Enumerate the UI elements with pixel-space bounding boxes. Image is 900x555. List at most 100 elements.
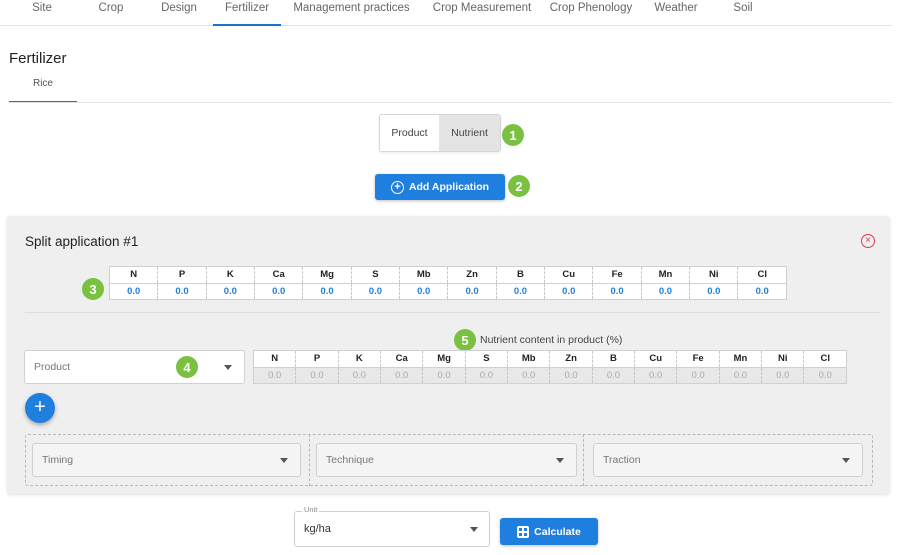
tab-label: Crop Measurement bbox=[432, 2, 532, 14]
product-nutrient-value: 0.0 bbox=[253, 367, 297, 384]
product-select[interactable]: Product bbox=[24, 350, 245, 384]
top-nav: Site Crop Design Fertilizer Management p… bbox=[0, 0, 892, 26]
product-nutrient-value: 0.0 bbox=[422, 367, 466, 384]
nutrient-value: 0.0 bbox=[157, 283, 207, 300]
tab-label: Site bbox=[32, 2, 52, 14]
product-nutrient-value: 0.0 bbox=[295, 367, 339, 384]
tab-label: Weather bbox=[654, 2, 698, 14]
subtab-label: Rice bbox=[32, 78, 53, 89]
subtab-rice[interactable]: Rice bbox=[9, 78, 77, 103]
traction-select[interactable]: Traction bbox=[593, 443, 863, 477]
add-product-button[interactable]: + bbox=[25, 393, 55, 423]
nutrient-value: 0.0 bbox=[592, 283, 642, 300]
nutrient-value-row: 0.0 0.0 0.0 0.0 0.0 0.0 0.0 0.0 0.0 0.0 … bbox=[109, 283, 787, 300]
nutrient-header: N bbox=[109, 266, 159, 284]
add-application-button[interactable]: + Add Application bbox=[375, 174, 505, 200]
nutrient-header: S bbox=[465, 350, 509, 368]
chevron-down-icon bbox=[470, 527, 478, 532]
nutrient-header: N bbox=[253, 350, 297, 368]
chevron-down-icon bbox=[280, 458, 288, 463]
nutrient-header: Mg bbox=[422, 350, 466, 368]
product-nutrient-value: 0.0 bbox=[634, 367, 678, 384]
step-badge-2: 2 bbox=[508, 175, 530, 197]
nutrient-value: 0.0 bbox=[755, 285, 769, 297]
unit-caption: Unit bbox=[302, 505, 320, 514]
nutrient-header: Cl bbox=[803, 350, 847, 368]
nutrient-header: Mb bbox=[507, 350, 551, 368]
tab-management-practices[interactable]: Management practices bbox=[287, 0, 416, 26]
nutrient-header: Fe bbox=[592, 266, 642, 284]
subtab-divider bbox=[9, 102, 892, 103]
product-select-placeholder: Product bbox=[34, 361, 71, 373]
product-nutrient-value: 0.0 bbox=[761, 367, 805, 384]
tab-fertilizer[interactable]: Fertilizer bbox=[213, 0, 281, 26]
tab-design[interactable]: Design bbox=[150, 0, 208, 26]
nutrient-header: Mb bbox=[399, 266, 449, 284]
product-nutrient-value: 0.0 bbox=[803, 367, 847, 384]
tab-soil[interactable]: Soil bbox=[726, 0, 760, 26]
product-nutrient-value: 0.0 bbox=[719, 367, 763, 384]
panel-divider bbox=[25, 312, 880, 313]
nutrient-value: 0.0 bbox=[109, 283, 159, 300]
nutrient-header: P bbox=[157, 266, 207, 284]
nutrient-header: Ni bbox=[761, 350, 805, 368]
nutrient-value: 0.0 bbox=[351, 283, 401, 300]
tab-label: Crop bbox=[98, 2, 124, 14]
chevron-down-icon bbox=[556, 458, 564, 463]
product-nutrient-value: 0.0 bbox=[380, 367, 424, 384]
unit-value: kg/ha bbox=[304, 523, 331, 535]
nutrient-header: Zn bbox=[447, 266, 497, 284]
nutrient-value: 0.0 bbox=[254, 283, 304, 300]
step-badge-5: 5 bbox=[454, 329, 476, 351]
nutrient-header: Ca bbox=[380, 350, 424, 368]
toggle-nutrient[interactable]: Nutrient bbox=[439, 115, 500, 151]
toggle-product[interactable]: Product bbox=[380, 115, 440, 151]
add-application-label: Add Application bbox=[408, 181, 490, 193]
close-icon[interactable]: × bbox=[861, 234, 875, 248]
timing-select[interactable]: Timing bbox=[32, 443, 301, 477]
traction-placeholder: Traction bbox=[603, 454, 641, 466]
product-nutrient-value: 0.0 bbox=[549, 367, 593, 384]
tab-site[interactable]: Site bbox=[20, 0, 64, 26]
nutrient-header: B bbox=[496, 266, 546, 284]
tab-label: Fertilizer bbox=[224, 2, 270, 14]
split-application-title: Split application #1 bbox=[25, 234, 139, 249]
nutrient-header: Mn bbox=[719, 350, 763, 368]
nutrient-header: Ca bbox=[254, 266, 304, 284]
tab-crop[interactable]: Crop bbox=[86, 0, 136, 26]
chevron-down-icon bbox=[224, 365, 232, 370]
tab-label: Soil bbox=[733, 2, 753, 14]
nutrient-value: 0.0 bbox=[447, 283, 497, 300]
tab-label: Design bbox=[161, 2, 197, 14]
nutrient-header-row: N P K Ca Mg S Mb Zn B Cu Fe Mn Ni Cl bbox=[109, 266, 787, 284]
tab-weather[interactable]: Weather bbox=[648, 0, 704, 26]
nutrient-header: Fe bbox=[676, 350, 720, 368]
calculate-button[interactable]: Calculate bbox=[500, 518, 598, 545]
nutrient-value: 0.0 bbox=[302, 283, 352, 300]
technique-select[interactable]: Technique bbox=[316, 443, 577, 477]
plus-circle-icon: + bbox=[390, 180, 404, 194]
nutrient-totals-table: N P K Ca Mg S Mb Zn B Cu Fe Mn Ni Cl 0.0… bbox=[109, 266, 787, 300]
nutrient-value: 0.0 bbox=[399, 283, 449, 300]
timing-placeholder: Timing bbox=[42, 454, 74, 466]
product-nutrient-value: 0.0 bbox=[465, 367, 509, 384]
calculator-icon bbox=[517, 525, 530, 538]
options-separator bbox=[583, 434, 584, 486]
tab-crop-phenology[interactable]: Crop Phenology bbox=[546, 0, 636, 26]
calculate-label: Calculate bbox=[534, 525, 581, 538]
product-nutrient-value: 0.0 bbox=[592, 367, 636, 384]
options-separator bbox=[309, 434, 310, 486]
nutrient-content-label: Nutrient content in product (%) bbox=[480, 334, 623, 346]
nutrient-header: Zn bbox=[549, 350, 593, 368]
nutrient-value: 0.0 bbox=[544, 283, 594, 300]
nutrient-header: Cu bbox=[544, 266, 594, 284]
tab-label: Crop Phenology bbox=[549, 2, 633, 14]
nutrient-value: 0.0 bbox=[496, 283, 546, 300]
nutrient-value: 0.0 bbox=[689, 283, 739, 300]
product-nutrient-table: N P K Ca Mg S Mb Zn B Cu Fe Mn Ni Cl 0.0… bbox=[253, 350, 847, 384]
tab-crop-measurement[interactable]: Crop Measurement bbox=[428, 0, 536, 26]
product-nutrient-value: 0.0 bbox=[507, 367, 551, 384]
product-nutrient-toggle: Product Nutrient bbox=[379, 114, 501, 152]
product-nutrient-value: 0.0 bbox=[676, 367, 720, 384]
page-title: Fertilizer bbox=[9, 50, 67, 67]
